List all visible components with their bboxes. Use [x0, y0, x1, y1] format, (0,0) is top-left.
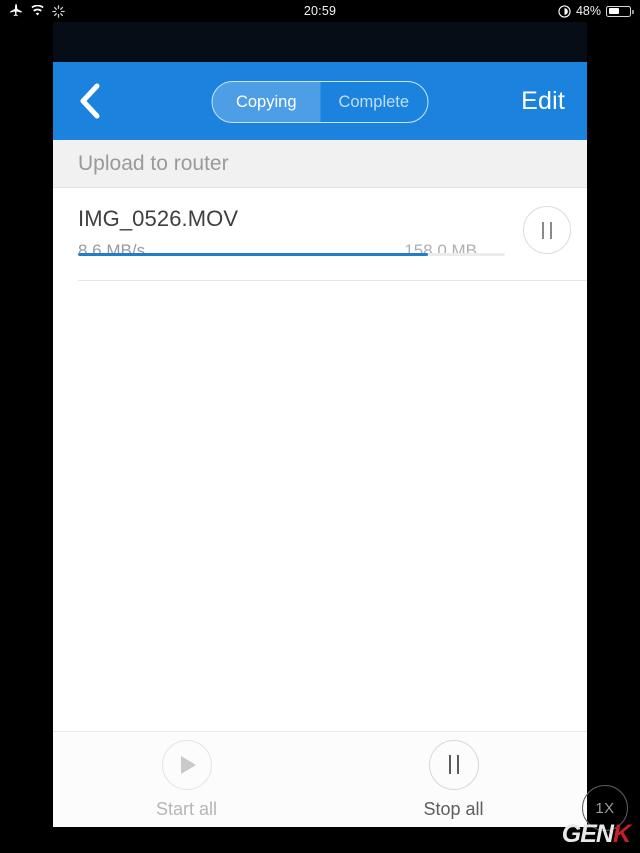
ios-status-bar: 20:59 48% — [0, 0, 640, 22]
zoom-level-text: 1X — [595, 799, 615, 817]
chevron-left-icon — [80, 83, 100, 119]
segment-complete-label: Complete — [338, 92, 410, 111]
play-icon — [181, 755, 196, 774]
transfer-size: 158.0 MB — [404, 241, 477, 260]
list-item[interactable]: IMG_0526.MOV 8.6 MB/s 158.0 MB — [53, 188, 587, 281]
section-header-label: Upload to router — [78, 151, 229, 175]
status-bar-right-group: 48% — [558, 0, 634, 22]
start-all-circle — [161, 739, 212, 790]
zoom-level-badge: 1X — [582, 785, 628, 831]
list-separator — [78, 280, 587, 281]
stop-all-circle — [428, 739, 479, 790]
progress-bar — [78, 253, 505, 256]
transfer-meta: 8.6 MB/s 158.0 MB — [78, 241, 562, 261]
start-all-label: Start all — [155, 798, 218, 819]
segment-copying[interactable]: Copying — [212, 82, 320, 122]
clock-text: 20:59 — [303, 4, 337, 18]
app-top-strip — [53, 22, 587, 62]
navigation-bar: Copying Complete Edit — [53, 62, 587, 140]
stop-all-button[interactable]: Stop all — [320, 732, 587, 827]
back-button[interactable] — [59, 62, 121, 140]
stop-all-label: Stop all — [423, 798, 484, 819]
rotation-lock-icon — [558, 4, 571, 18]
pause-icon — [448, 755, 459, 774]
app-window: Copying Complete Edit Upload to router I… — [53, 22, 587, 827]
edit-button[interactable]: Edit — [521, 62, 565, 140]
transfer-list: IMG_0526.MOV 8.6 MB/s 158.0 MB — [53, 188, 587, 281]
pause-icon — [542, 221, 552, 239]
segment-copying-label: Copying — [235, 92, 297, 111]
segment-complete[interactable]: Complete — [320, 82, 428, 122]
start-all-button[interactable]: Start all — [53, 732, 320, 827]
segmented-control[interactable]: Copying Complete — [211, 81, 429, 123]
empty-list-area — [53, 281, 587, 661]
transfer-speed: 8.6 MB/s — [78, 241, 146, 260]
genk-logo-last: K — [612, 820, 631, 848]
pause-transfer-button[interactable] — [523, 206, 571, 254]
status-bar-clock: 20:59 — [0, 0, 640, 22]
edit-button-label: Edit — [521, 86, 565, 115]
progress-bar-fill — [78, 253, 429, 256]
section-header: Upload to router — [53, 140, 587, 188]
battery-icon — [606, 5, 634, 17]
bottom-toolbar: Start all Stop all — [53, 731, 587, 827]
file-name: IMG_0526.MOV — [78, 206, 239, 231]
battery-percent-text: 48% — [575, 4, 601, 18]
device-screen: 20:59 48% Copying Complete Edit Upload t… — [0, 0, 640, 853]
